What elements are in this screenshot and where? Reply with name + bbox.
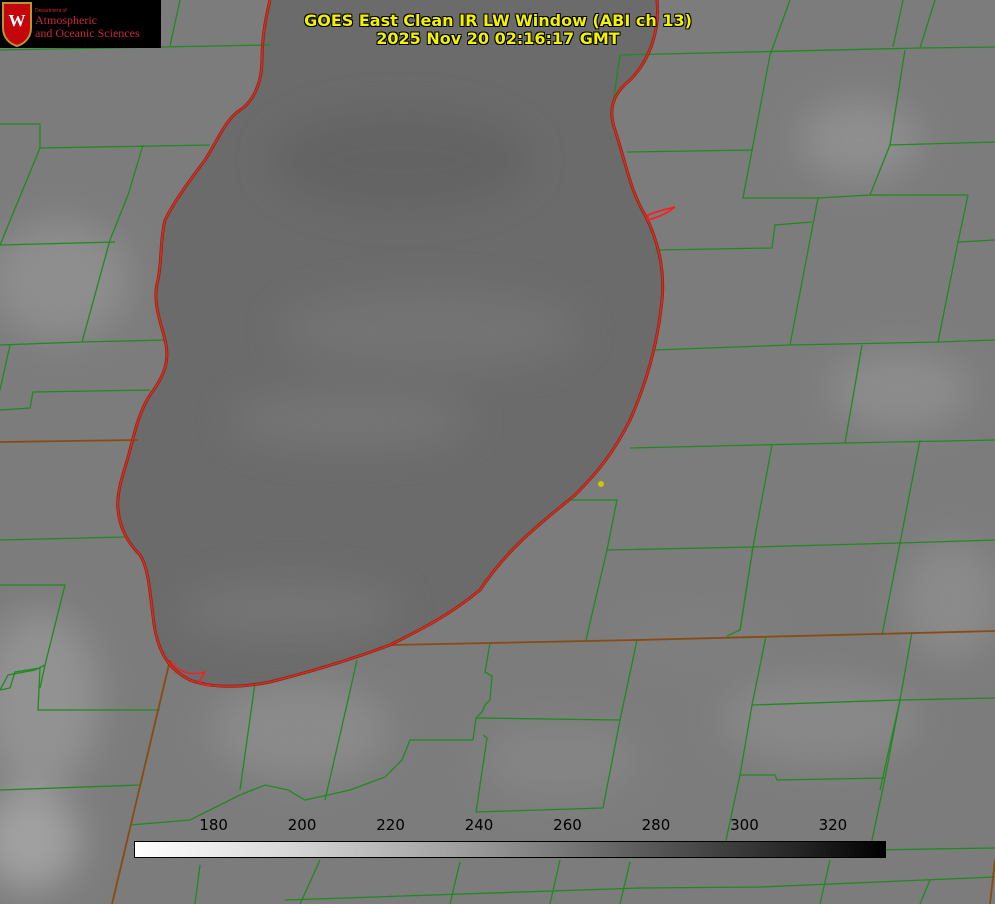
map-timestamp: 2025 Nov 20 02:16:17 GMT xyxy=(376,29,620,48)
station-marker xyxy=(598,481,604,487)
colorbar-tick-label: 280 xyxy=(641,816,671,834)
colorbar-tick-label: 260 xyxy=(553,816,582,834)
colorbar-tick-label: 320 xyxy=(818,816,848,834)
colorbar-tick-label: 240 xyxy=(464,816,494,834)
colorbar-tick-label: 220 xyxy=(376,816,405,834)
colorbar-tick-label: 180 xyxy=(199,816,228,834)
map-title: GOES East Clean IR LW Window (ABI ch 13) xyxy=(304,11,692,30)
crest-letter: W xyxy=(8,11,26,30)
colorbar-tick-label: 300 xyxy=(730,816,759,834)
logo-name-line2: and Oceanic Sciences xyxy=(35,26,140,40)
colorbar xyxy=(134,841,886,858)
map-canvas xyxy=(0,0,995,904)
colorbar-tick-label: 200 xyxy=(287,816,317,834)
uw-aos-logo: W Department of Atmospheric and Oceanic … xyxy=(0,0,161,48)
satellite-map: W Department of Atmospheric and Oceanic … xyxy=(0,0,995,904)
